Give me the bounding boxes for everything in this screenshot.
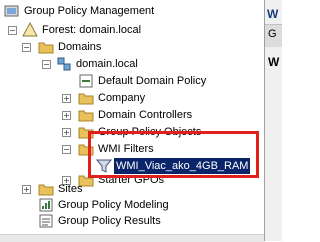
domains-folder-icon — [38, 42, 54, 54]
expand-icon[interactable]: + — [62, 128, 71, 137]
red-highlight-box — [88, 131, 259, 178]
tree-label-root[interactable]: Group Policy Management — [22, 3, 156, 19]
gpm-console-icon — [4, 5, 19, 17]
tab-general-fragment[interactable]: G — [268, 28, 277, 40]
domain-icon — [57, 57, 71, 71]
ou-folder-icon — [78, 110, 94, 122]
tree-label-company[interactable]: Company — [96, 90, 147, 106]
results-icon — [39, 214, 53, 228]
expand-icon[interactable]: + — [62, 111, 71, 120]
modeling-icon — [39, 198, 53, 212]
tree-label-forest[interactable]: Forest: domain.local — [40, 22, 143, 38]
details-pane: W G W — [265, 0, 282, 241]
ou-folder-icon — [78, 93, 94, 105]
tree-label-domains[interactable]: Domains — [56, 39, 103, 55]
gpo-link-icon — [79, 74, 93, 88]
details-heading-fragment: W — [268, 55, 280, 69]
collapse-icon[interactable]: − — [42, 60, 51, 69]
tree-label-default-policy[interactable]: Default Domain Policy — [96, 73, 208, 89]
details-title-fragment: W — [267, 7, 279, 21]
sites-folder-icon — [38, 184, 54, 196]
forest-icon — [22, 22, 38, 37]
collapse-icon[interactable]: − — [22, 43, 31, 52]
tree-label-domain-controllers[interactable]: Domain Controllers — [96, 107, 194, 123]
tree-label-domain[interactable]: domain.local — [74, 56, 140, 72]
tree-label-results[interactable]: Group Policy Results — [56, 213, 163, 229]
expand-icon[interactable]: + — [22, 185, 31, 194]
collapse-icon[interactable]: − — [8, 26, 17, 35]
collapse-icon[interactable]: − — [62, 145, 71, 154]
expand-icon[interactable]: + — [62, 94, 71, 103]
tree-pane: Group Policy Management − Forest: domain… — [0, 0, 265, 242]
tree-label-modeling[interactable]: Group Policy Modeling — [56, 197, 171, 213]
tree-label-sites[interactable]: Sites — [56, 181, 84, 197]
